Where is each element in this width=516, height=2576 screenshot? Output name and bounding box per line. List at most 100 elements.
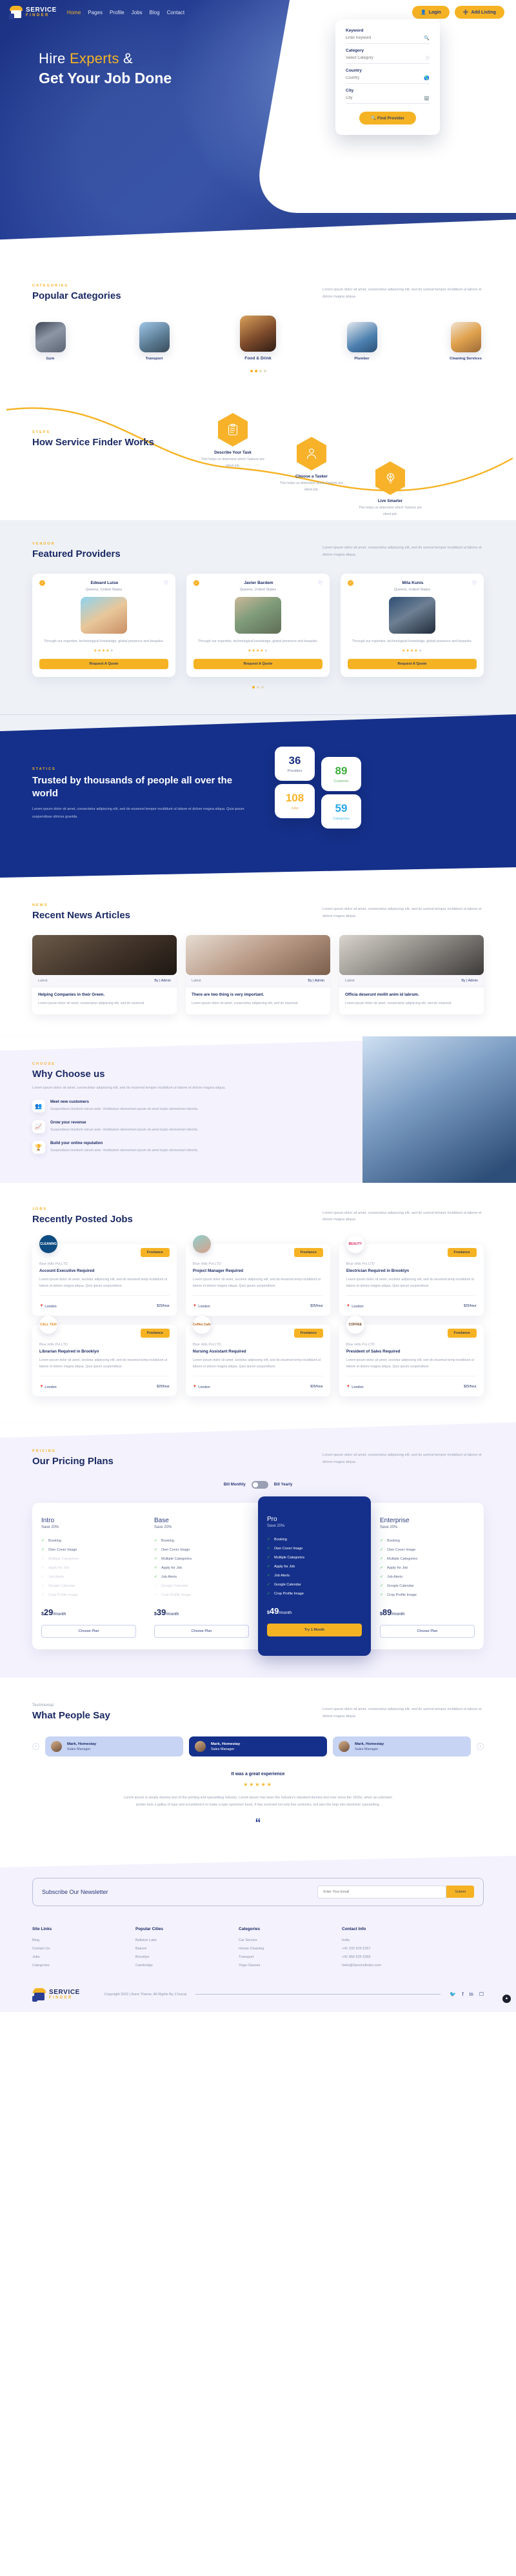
carousel-prev-arrow-icon[interactable]: ‹ [32,1743,39,1751]
choose-plan-button[interactable]: Choose Plan [41,1625,136,1638]
nav-item-home[interactable]: Home [67,10,81,15]
provider-card[interactable]: ✓ Mila Kunis ♡ Queens, United States Thr… [341,574,487,678]
testimonial-card[interactable]: Mark, Homestay Sales Manager [189,1736,327,1757]
newsletter-submit-button[interactable]: Submit [446,1886,474,1898]
footer-link[interactable]: Blog [32,1938,135,1942]
provider-desc: Through our expertise, technological kno… [352,639,473,643]
category-card-cleaning-services[interactable]: Cleaning Services [448,322,484,361]
choose-plan-button[interactable]: Choose Plan [154,1625,249,1638]
twitter-icon[interactable]: 🐦 [450,1991,456,1997]
job-description: Lorem ipsum dolor sit amet, sectetur adi… [346,1277,474,1288]
news-card[interactable]: Latest By | Admin Officia deserunt molli… [339,935,484,1015]
plan-feature: ✓ Apply for Job [154,1565,183,1571]
category-input[interactable] [346,56,426,60]
city-input[interactable] [346,96,424,100]
linkedin-icon[interactable]: in [470,1991,473,1997]
plan-feature: ✓ Multiple Categories [41,1556,79,1562]
jobs-description: Lorem ipsum dolor sit amet, consectetur … [322,1211,482,1222]
plan-price: $29/month [41,1607,136,1617]
instagram-icon[interactable]: ☐ [479,1991,484,1997]
footer-link[interactable]: Brooklyn [135,1955,239,1959]
carousel-dot[interactable] [257,686,259,689]
news-image [339,935,484,976]
carousel-dot[interactable] [261,686,264,689]
job-company: Blue Hills Pvt.LTD [39,1342,68,1347]
page-root: SERVICE FINDER Home Pages Profile Jobs B… [0,0,516,2012]
footer-link[interactable]: Contact Us [32,1947,135,1951]
carousel-dot[interactable] [252,686,255,689]
provider-card[interactable]: ✓ Javier Bardem ♡ Queens, United States … [186,574,333,678]
try-one-month-button[interactable]: Try 1 Month [267,1624,362,1637]
keyword-input[interactable] [346,36,424,40]
nav-item-profile[interactable]: Profile [110,10,124,15]
job-card[interactable]: COFFEE Freelance Blue Hills Pvt.LTD Pres… [339,1315,484,1397]
job-title: Project Manager Required [192,1268,243,1273]
provider-name: Mila Kunis [402,581,424,585]
providers-carousel-dots[interactable] [32,686,484,689]
site-logo[interactable]: SERVICE FINDER [9,5,57,19]
footer-link[interactable]: Transport [239,1955,342,1959]
carousel-dot[interactable] [263,370,266,372]
bill-yearly-label[interactable]: Bill Yearly [274,1483,293,1487]
job-card[interactable]: BEAUTY Freelance Blue Hills Pvt.LTD Elec… [339,1234,484,1316]
job-card[interactable]: CLEANING Freelance Blue Hills Pvt.LTD Ac… [32,1234,177,1316]
footer-column-site-links: Site Links Blog Contact Us Jobs Categori… [32,1927,135,1972]
footer-link[interactable]: Ballston Lake [135,1938,239,1942]
footer-link[interactable]: Batumi [135,1947,239,1951]
country-input[interactable] [346,76,424,80]
job-location-label: London [198,1385,210,1390]
footer-link[interactable]: House Cleaning [239,1947,342,1951]
heart-icon[interactable]: ♡ [472,580,477,586]
news-excerpt: Lorem ipsum dolor sit amet, consectetur … [38,1001,144,1006]
plan-feature-label: Job Alerts [274,1573,290,1578]
request-quote-button[interactable]: Request A Quote [348,659,477,670]
category-card-gym[interactable]: Gym [32,322,68,361]
carousel-dot[interactable] [250,370,253,372]
category-card-food-drink[interactable]: Food & Drink [240,316,276,361]
news-title: Recent News Articles [32,910,131,921]
billing-toggle-switch[interactable] [251,1481,268,1489]
news-card[interactable]: Latest By | Admin Helping Companies in t… [32,935,177,1015]
carousel-dot[interactable] [259,370,262,372]
testimonial-card[interactable]: Mark, Homestay Sales Manager [333,1736,471,1757]
provider-card[interactable]: ✓ Edward Luise ♡ Queens, United States T… [32,574,179,678]
carousel-next-arrow-icon[interactable]: › [477,1743,484,1751]
nav-item-pages[interactable]: Pages [88,10,103,15]
find-provider-button[interactable]: 🔍 Find Provider [359,112,416,125]
footer-link[interactable]: Cambridge [135,1964,239,1967]
footer-link[interactable]: Jobs [32,1955,135,1959]
newsletter-email-input[interactable] [317,1885,447,1898]
category-card-transport[interactable]: Transport [136,322,172,361]
footer-link[interactable]: Car Service [239,1938,342,1942]
jobs-title: Recently Posted Jobs [32,1213,133,1225]
category-card-plumber[interactable]: Plumber [344,322,380,361]
login-button[interactable]: 👤 Login [412,6,450,19]
nav-item-blog[interactable]: Blog [150,10,160,15]
heart-icon[interactable]: ♡ [318,580,322,586]
nav-item-contact[interactable]: Contact [167,10,185,15]
add-listing-button[interactable]: ➕ Add Listing [454,6,504,19]
heart-icon[interactable]: ♡ [164,580,168,586]
back-to-top-button[interactable]: ▲ [502,1994,511,2003]
footer-link[interactable]: Categories [32,1964,135,1967]
news-card[interactable]: Latest By | Admin There are two thing is… [186,935,330,1015]
facebook-icon[interactable]: f [462,1991,463,1997]
request-quote-button[interactable]: Request A Quote [39,659,168,670]
news-headline: There are two thing is very important. [192,992,264,998]
job-card[interactable]: Freelance Blue Hills Pvt.LTD Project Man… [185,1234,330,1316]
choose-plan-button[interactable]: Choose Plan [380,1625,475,1638]
categories-carousel-dots[interactable] [32,370,484,372]
job-card[interactable]: CALL TAXI Freelance Blue Hills Pvt.LTD L… [32,1315,177,1397]
plan-feature-label: Booking [48,1538,61,1543]
job-card[interactable]: Coffee Cafe Freelance Blue Hills Pvt.LTD… [185,1315,330,1397]
request-quote-button[interactable]: Request A Quote [194,659,322,670]
carousel-dot[interactable] [254,370,257,372]
footer-link[interactable]: Yoga Classes [239,1964,342,1967]
job-description: Lorem ipsum dolor sit amet, sectetur adi… [346,1358,474,1369]
bill-monthly-label[interactable]: Bill Monthly [224,1483,246,1487]
plan-feature: ✓ Multiple Categories [267,1555,305,1560]
testimonial-card[interactable]: Mark, Homestay Sales Manager [45,1736,183,1757]
nav-item-jobs[interactable]: Jobs [132,10,143,15]
news-description: Lorem ipsum dolor sit amet, consectetur … [322,907,482,918]
footer-logo[interactable]: SERVICE FINDER [32,1987,80,2002]
